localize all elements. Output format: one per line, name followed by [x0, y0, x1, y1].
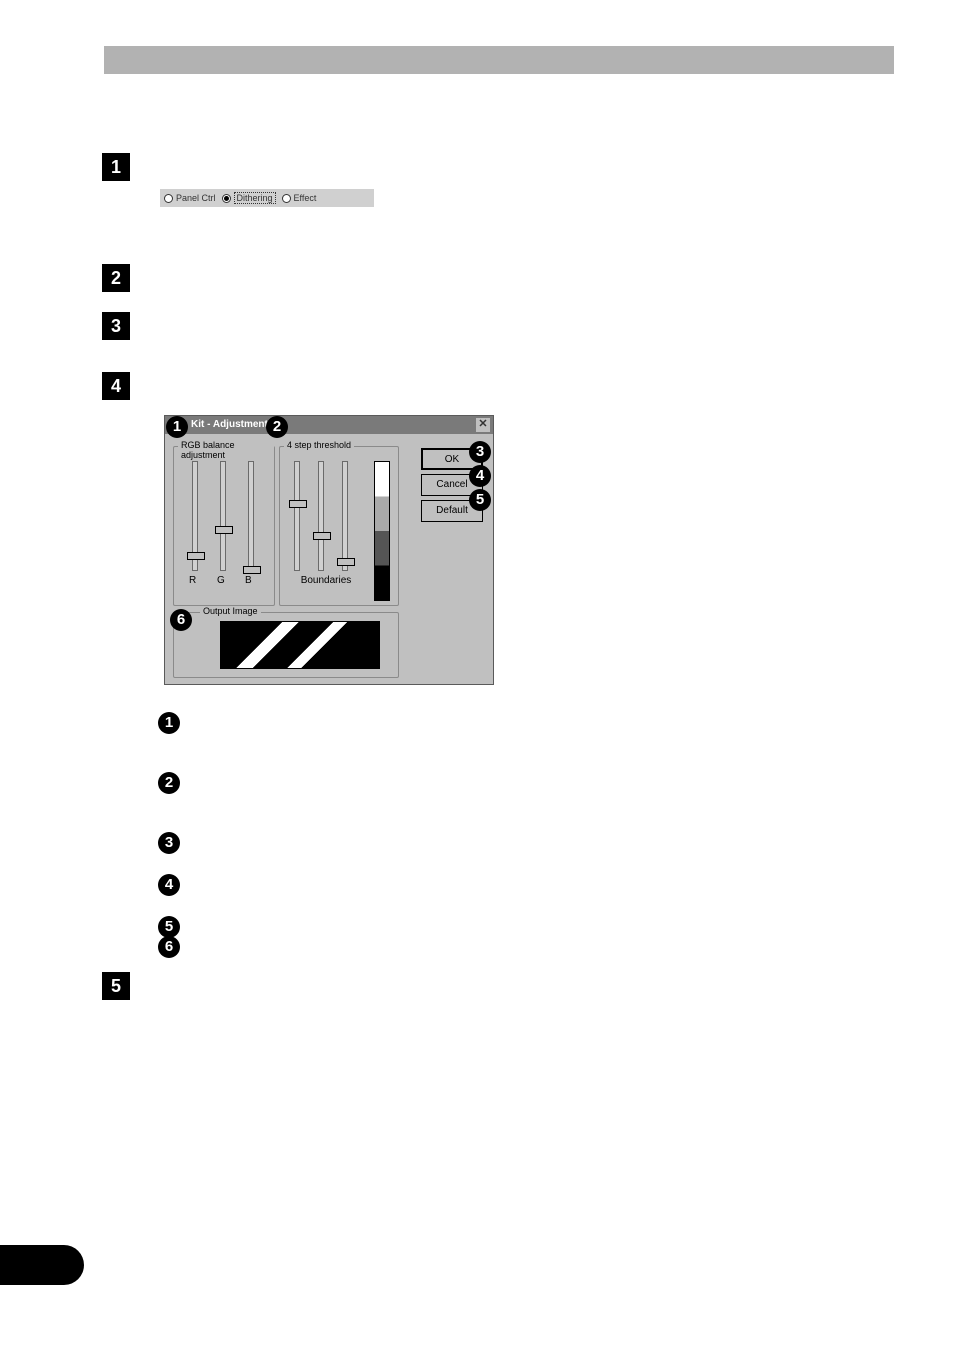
- slider-r-label: R: [189, 575, 196, 586]
- slider-thumb[interactable]: [289, 500, 307, 508]
- dithering-label: Dithering: [234, 192, 276, 204]
- footer-tab: [0, 1245, 84, 1285]
- step-4-badge: 4: [102, 372, 130, 400]
- output-thumbnail: [220, 621, 380, 669]
- callout-2-badge: 2: [266, 416, 288, 438]
- slider-thumb[interactable]: [215, 526, 233, 534]
- rgb-group-title: RGB balance adjustment: [178, 440, 274, 460]
- threshold-gradient-strip: [374, 461, 390, 601]
- panel-ctrl-label: Panel Ctrl: [176, 193, 216, 203]
- page-header-bar: [104, 46, 894, 74]
- slider-thumb[interactable]: [187, 552, 205, 560]
- output-group-title: Output Image: [200, 606, 261, 616]
- slider-g[interactable]: [220, 461, 226, 571]
- threshold-group-title: 4 step threshold: [284, 440, 354, 450]
- slider-thumb[interactable]: [243, 566, 261, 574]
- slider-g-label: G: [217, 575, 225, 586]
- legend-2-badge: 2: [158, 772, 180, 794]
- callout-1-badge: 1: [166, 416, 188, 438]
- step-1-badge: 1: [102, 153, 130, 181]
- radio-circle-checked-icon: [222, 194, 231, 203]
- dialog-title-bar: Kit - Adjustment ✕: [165, 416, 493, 434]
- slider-b[interactable]: [248, 461, 254, 571]
- step-3-badge: 3: [102, 312, 130, 340]
- callout-5-badge: 5: [469, 489, 491, 511]
- slider-thumb[interactable]: [313, 532, 331, 540]
- tab-radio-row: Panel Ctrl Dithering Effect: [160, 189, 374, 207]
- dialog-title-text: Kit - Adjustment: [191, 419, 268, 430]
- threshold-slider-1[interactable]: [294, 461, 300, 571]
- panel-ctrl-radio[interactable]: Panel Ctrl: [164, 193, 216, 203]
- legend-6-badge: 6: [158, 936, 180, 958]
- callout-6-badge: 6: [170, 609, 192, 631]
- legend-4-badge: 4: [158, 874, 180, 896]
- slider-b-label: B: [245, 575, 252, 586]
- radio-circle-icon: [164, 194, 173, 203]
- slider-r[interactable]: [192, 461, 198, 571]
- output-image-group: Output Image: [173, 612, 399, 678]
- callout-3-badge: 3: [469, 441, 491, 463]
- callout-4-badge: 4: [469, 465, 491, 487]
- radio-circle-icon: [282, 194, 291, 203]
- dithering-radio[interactable]: Dithering: [222, 192, 276, 204]
- legend-3-badge: 3: [158, 832, 180, 854]
- boundaries-label: Boundaries: [296, 575, 356, 586]
- threshold-group: 4 step threshold Boundaries: [279, 446, 399, 606]
- step-5-badge: 5: [102, 972, 130, 1000]
- threshold-slider-3[interactable]: [342, 461, 348, 571]
- step-2-badge: 2: [102, 264, 130, 292]
- effect-label: Effect: [294, 193, 317, 203]
- legend-1-badge: 1: [158, 712, 180, 734]
- threshold-slider-2[interactable]: [318, 461, 324, 571]
- close-icon[interactable]: ✕: [476, 418, 490, 432]
- effect-radio[interactable]: Effect: [282, 193, 317, 203]
- slider-thumb[interactable]: [337, 558, 355, 566]
- rgb-balance-group: RGB balance adjustment R G B: [173, 446, 275, 606]
- legend-5-badge: 5: [158, 916, 180, 938]
- adjustment-dialog: Kit - Adjustment ✕ RGB balance adjustmen…: [164, 415, 494, 685]
